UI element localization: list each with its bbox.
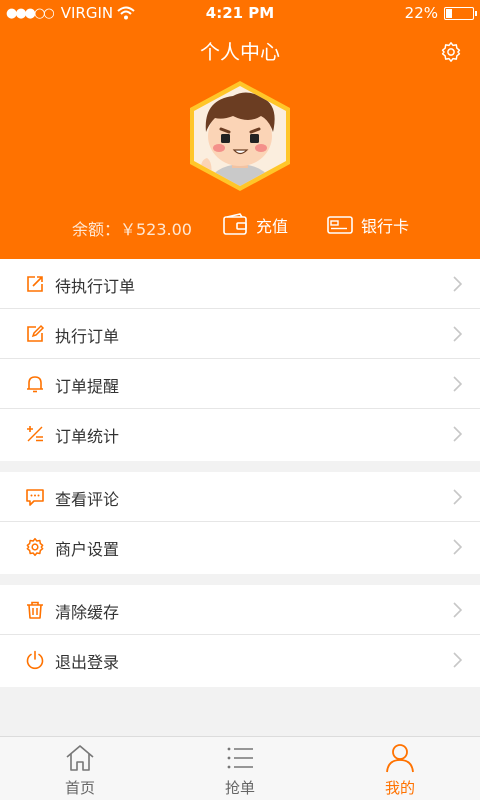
menu-item-order-statistics[interactable]: 订单统计 <box>0 409 480 459</box>
chevron-right-icon <box>453 426 462 442</box>
bank-card-button[interactable]: 银行卡 <box>327 213 409 237</box>
user-icon <box>386 744 414 773</box>
chevron-right-icon <box>453 602 462 618</box>
chevron-right-icon <box>453 276 462 292</box>
recharge-button[interactable]: 充值 <box>222 213 288 237</box>
tab-mine[interactable]: 我的 <box>350 737 450 800</box>
menu-item-pending-orders[interactable]: 待执行订单 <box>0 259 480 309</box>
list-icon <box>227 747 253 769</box>
menu-item-label: 待执行订单 <box>55 277 136 296</box>
profile-header: ●●●○○ VIRGIN 4:21 PM 22% 个人中心 余额：￥523.00… <box>0 0 480 259</box>
menu-group-account: 清除缓存 退出登录 <box>0 585 480 687</box>
status-bar: ●●●○○ VIRGIN 4:21 PM 22% <box>0 0 480 26</box>
avatar[interactable] <box>185 80 295 192</box>
menu-item-clear-cache[interactable]: 清除缓存 <box>0 585 480 635</box>
bell-icon <box>27 376 43 393</box>
chevron-right-icon <box>453 652 462 668</box>
menu-item-label: 商户设置 <box>55 540 120 559</box>
edit-icon <box>27 324 45 342</box>
menu-item-label: 执行订单 <box>55 327 120 346</box>
menu-item-label: 查看评论 <box>55 490 120 509</box>
tab-home[interactable]: 首页 <box>30 737 130 800</box>
battery-icon <box>444 6 477 20</box>
trash-icon <box>27 601 43 619</box>
chevron-right-icon <box>453 376 462 392</box>
gear-icon <box>26 537 44 557</box>
tab-grab-orders[interactable]: 抢单 <box>190 737 290 800</box>
home-icon <box>66 745 94 771</box>
menu-group-merchant: 查看评论 商户设置 <box>0 472 480 574</box>
menu-item-logout[interactable]: 退出登录 <box>0 635 480 685</box>
balance-amount: 余额：￥523.00 <box>72 220 192 239</box>
menu-item-label: 订单提醒 <box>55 377 120 396</box>
menu-group-orders: 待执行订单 执行订单 订单提醒 订单统计 <box>0 259 480 461</box>
wallet-icon <box>223 213 247 235</box>
menu-item-label: 订单统计 <box>55 427 120 446</box>
recharge-label: 充值 <box>256 217 289 236</box>
external-order-icon <box>27 276 43 292</box>
tab-label: 首页 <box>64 779 95 797</box>
menu-item-merchant-settings[interactable]: 商户设置 <box>0 522 480 572</box>
power-icon <box>26 650 44 670</box>
chevron-right-icon <box>453 539 462 555</box>
settings-gear-icon[interactable] <box>440 41 462 63</box>
bank-card-label: 银行卡 <box>361 217 410 236</box>
chevron-right-icon <box>453 326 462 342</box>
tab-label: 抢单 <box>224 779 255 797</box>
menu-item-order-reminder[interactable]: 订单提醒 <box>0 359 480 409</box>
bottom-tab-bar: 首页 抢单 我的 <box>0 736 480 800</box>
menu-item-label: 清除缓存 <box>55 603 120 622</box>
menu-item-label: 退出登录 <box>55 653 120 672</box>
plus-minus-icon <box>27 426 43 442</box>
tab-label: 我的 <box>384 779 415 797</box>
page-title: 个人中心 <box>200 40 280 64</box>
comment-icon <box>26 489 44 506</box>
chevron-right-icon <box>453 489 462 505</box>
menu-item-view-comments[interactable]: 查看评论 <box>0 472 480 522</box>
bank-card-icon <box>327 216 353 234</box>
menu-item-executing-orders[interactable]: 执行订单 <box>0 309 480 359</box>
battery-percent: 22% <box>404 4 438 22</box>
